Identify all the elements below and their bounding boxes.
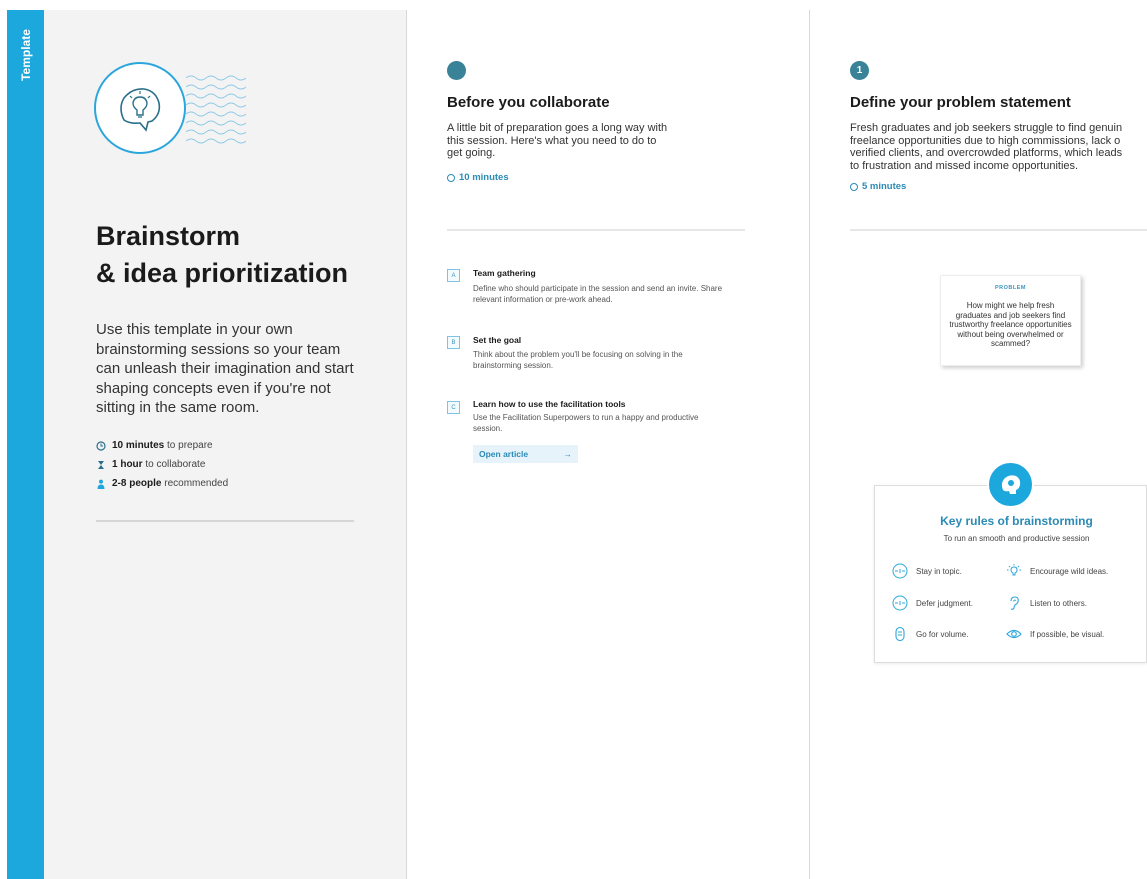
- step-title: Team gathering: [473, 268, 536, 278]
- divider: [96, 520, 354, 522]
- rules-title: Key rules of brainstorming: [940, 514, 1093, 528]
- divider: [850, 229, 1147, 231]
- rule-item: Defer judgment.: [892, 595, 973, 611]
- intro-description: Use this template in your own brainstorm…: [96, 321, 354, 416]
- meta-collaborate: 1 hour to collaborate: [96, 459, 205, 470]
- step-number: 1: [850, 61, 869, 80]
- brain-icon: [987, 461, 1034, 508]
- ear-icon: [1010, 596, 1019, 610]
- step-text: Use the Facilitation Superpowers to run …: [473, 413, 699, 433]
- lightbulb-icon: [1007, 564, 1021, 576]
- target-icon: [892, 563, 908, 579]
- target-icon: [892, 595, 908, 611]
- meta-people: 2-8 people recommended: [96, 478, 228, 489]
- template-sidebar-strip: [7, 10, 44, 879]
- define-title: Define your problem statement: [850, 94, 1071, 111]
- rule-item: Encourage wild ideas.: [1006, 563, 1108, 579]
- hourglass-icon: [98, 460, 104, 469]
- step-title: Set the goal: [473, 335, 522, 345]
- rule-item: Go for volume.: [892, 626, 968, 642]
- clock-icon: [850, 182, 858, 191]
- person-icon: [97, 479, 105, 489]
- define-time: 5 minutes: [850, 181, 906, 192]
- step-badge: B: [447, 336, 460, 349]
- step-title: Learn how to use the facilitation tools: [473, 399, 626, 409]
- step-text: Think about the problem you'll be focusi…: [473, 350, 683, 370]
- step-text: Define who should participate in the ses…: [473, 284, 723, 304]
- rule-item: If possible, be visual.: [1006, 626, 1104, 642]
- section-dot: [447, 61, 466, 80]
- rules-subtitle: To run an smooth and productive session: [943, 534, 1090, 543]
- stack-icon: [895, 626, 905, 642]
- before-title: Before you collaborate: [447, 94, 610, 111]
- arrow-right-icon: →: [563, 449, 573, 459]
- step-badge: C: [447, 401, 460, 414]
- eye-icon: [1006, 629, 1022, 639]
- define-text: Fresh graduates and job seekers struggle…: [850, 122, 1123, 172]
- meta-prepare: 10 minutes to prepare: [96, 440, 213, 451]
- lightbulb-speech-icon: [94, 62, 186, 154]
- before-time: 10 minutes: [447, 172, 509, 183]
- before-text: A little bit of preparation goes a long …: [447, 122, 668, 159]
- rule-item: Listen to others.: [1006, 595, 1087, 611]
- divider: [447, 229, 745, 231]
- template-label: Template: [18, 29, 33, 81]
- clock-icon: [96, 440, 106, 451]
- rule-item: Stay in topic.: [892, 563, 962, 579]
- decorative-waves: [185, 74, 247, 150]
- open-article-button[interactable]: Open article →: [473, 445, 578, 463]
- sticky-label: PROBLEM: [995, 285, 1026, 291]
- clock-icon: [447, 173, 455, 182]
- sticky-text: How might we help fresh graduates and jo…: [949, 301, 1072, 348]
- step-badge: A: [447, 269, 460, 282]
- page-title: Brainstorm & idea prioritization: [96, 221, 349, 288]
